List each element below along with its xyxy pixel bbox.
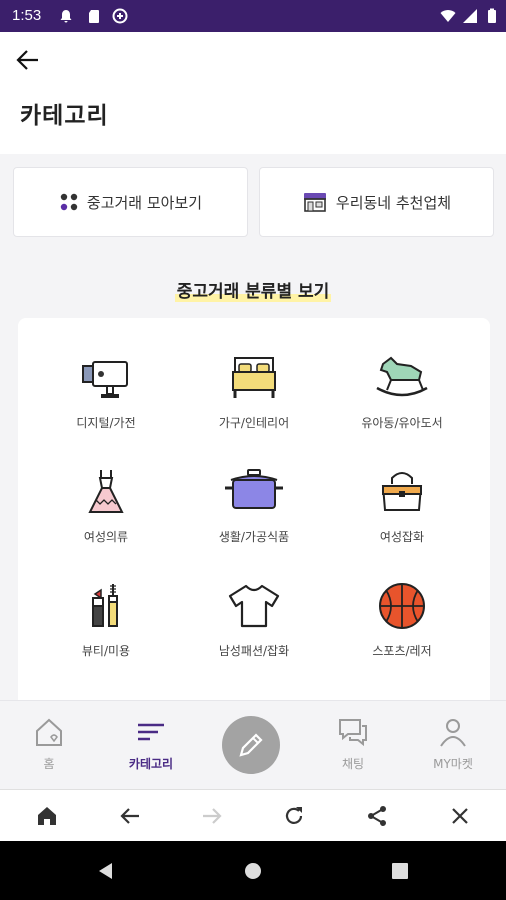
handbag-icon <box>381 472 423 511</box>
category-womens-clothing[interactable]: 여성의류 <box>36 468 176 545</box>
system-back-icon[interactable] <box>96 861 116 881</box>
category-label: 유아동/유아도서 <box>361 416 443 430</box>
used-trade-all-label: 중고거래 모아보기 <box>86 193 203 212</box>
sd-card-icon <box>89 10 99 23</box>
nav-my-market[interactable]: MY마켓 <box>408 717 498 772</box>
category-living-food[interactable]: 생활/가공식품 <box>184 468 324 545</box>
cosmetics-icon <box>92 584 118 627</box>
local-business-label: 우리동네 추천업체 <box>335 193 452 212</box>
category-grid: 디지털/가전 가구/인테리어 유아동/유아도서 여성의류 생활/가공식품 여성잡… <box>18 318 490 708</box>
bed-icon <box>232 357 276 398</box>
basketball-icon <box>379 583 425 629</box>
browser-toolbar <box>0 789 506 842</box>
back-arrow-icon[interactable] <box>14 46 42 74</box>
category-label: 생활/가공식품 <box>218 530 290 544</box>
grid-dots-icon <box>60 193 78 211</box>
pencil-icon <box>239 733 263 757</box>
system-nav-bar <box>0 841 506 900</box>
category-label: 스포츠/레저 <box>372 644 432 658</box>
browser-back-icon[interactable] <box>118 804 142 828</box>
nav-home-label: 홈 <box>43 757 55 771</box>
wifi-icon <box>440 10 456 22</box>
tshirt-icon <box>228 584 280 628</box>
dress-icon <box>88 470 124 513</box>
nav-chat[interactable]: 채팅 <box>308 717 398 772</box>
system-home-icon[interactable] <box>243 861 263 881</box>
data-saver-icon <box>112 8 128 24</box>
nav-chat-label: 채팅 <box>341 757 365 771</box>
category-label: 가구/인테리어 <box>218 416 290 430</box>
menu-lines-icon <box>138 723 164 741</box>
category-label: 디지털/가전 <box>76 416 136 430</box>
notification-bell-icon <box>60 10 72 23</box>
header: 카테고리 <box>0 32 506 154</box>
browser-home-icon[interactable] <box>35 804 59 828</box>
local-business-button[interactable]: 우리동네 추천업체 <box>259 167 494 237</box>
category-label: 여성잡화 <box>379 530 425 544</box>
pot-icon <box>225 469 283 509</box>
browser-forward-icon[interactable] <box>200 804 224 828</box>
home-icon <box>36 718 62 746</box>
category-label: 여성의류 <box>83 530 129 544</box>
write-post-button[interactable] <box>222 716 280 774</box>
shop-icon <box>303 193 326 212</box>
category-digital[interactable]: 디지털/가전 <box>36 354 176 431</box>
used-trade-all-button[interactable]: 중고거래 모아보기 <box>13 167 248 237</box>
status-bar: 1:53 <box>0 0 506 32</box>
category-womens-accessories[interactable]: 여성잡화 <box>332 468 472 545</box>
category-beauty[interactable]: 뷰티/미용 <box>36 582 176 659</box>
rocking-horse-icon <box>376 356 428 397</box>
section-title: 중고거래 분류별 보기 <box>174 282 332 302</box>
system-recents-icon[interactable] <box>390 861 410 881</box>
nav-home[interactable]: 홈 <box>4 717 94 772</box>
category-sports[interactable]: 스포츠/레저 <box>332 582 472 659</box>
browser-share-icon[interactable] <box>365 804 389 828</box>
person-icon <box>440 719 466 747</box>
category-kids[interactable]: 유아동/유아도서 <box>332 354 472 431</box>
browser-refresh-icon[interactable] <box>282 804 306 828</box>
nav-my-market-label: MY마켓 <box>433 757 473 771</box>
nav-category-label: 카테고리 <box>128 757 174 771</box>
category-mens-fashion[interactable]: 남성패션/잡화 <box>184 582 324 659</box>
page-title: 카테고리 <box>20 103 109 129</box>
battery-icon <box>488 8 496 23</box>
category-furniture[interactable]: 가구/인테리어 <box>184 354 324 431</box>
camera-icon <box>82 361 128 398</box>
category-label: 남성패션/잡화 <box>218 644 290 658</box>
nav-category[interactable]: 카테고리 <box>106 717 196 772</box>
browser-close-icon[interactable] <box>448 804 472 828</box>
status-time: 1:53 <box>12 7 42 24</box>
chat-icon <box>339 719 367 747</box>
cellular-signal-icon <box>463 9 477 23</box>
category-label: 뷰티/미용 <box>81 644 131 658</box>
